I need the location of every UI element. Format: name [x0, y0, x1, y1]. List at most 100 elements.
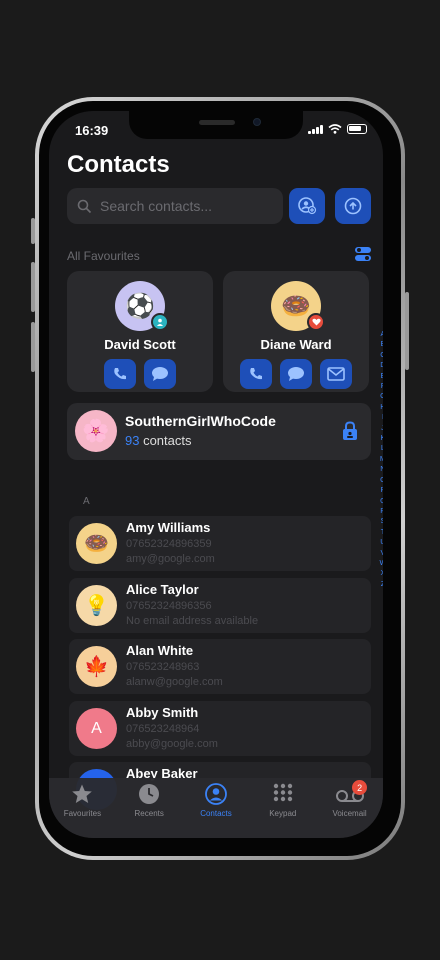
index-letter[interactable]: N: [380, 464, 383, 474]
contact-email: alanw@google.com: [126, 676, 223, 688]
index-letter[interactable]: C: [380, 350, 383, 360]
contact-row[interactable]: A Abby Smith 07652324896­4 abby@google.c…: [69, 701, 371, 756]
email-button[interactable]: [320, 359, 352, 389]
favourite-actions: [67, 359, 213, 389]
message-button[interactable]: [144, 359, 176, 389]
person-circle-icon: [205, 783, 227, 805]
earpiece-speaker: [199, 120, 235, 125]
call-button[interactable]: [104, 359, 136, 389]
sync-contacts-button[interactable]: [335, 188, 371, 224]
tab-voicemail[interactable]: 2 Voicemail: [316, 778, 383, 838]
index-letter[interactable]: D: [380, 360, 383, 370]
favourite-actions: [223, 359, 369, 389]
index-letter[interactable]: A: [380, 329, 383, 339]
star-icon: [72, 784, 93, 803]
heart-badge-icon: [307, 313, 325, 331]
message-button[interactable]: [280, 359, 312, 389]
contact-row[interactable]: 🍩 Amy Williams 07652324896359 amy@google…: [69, 516, 371, 571]
contact-phone: 07652324896356: [126, 600, 212, 612]
tab-keypad[interactable]: Keypad: [249, 778, 316, 838]
tab-contacts[interactable]: Contacts: [183, 778, 250, 838]
contact-name: Alan White: [126, 643, 194, 658]
phone-icon: [250, 368, 262, 380]
search-icon: [77, 199, 92, 213]
contact-row[interactable]: 💡 Alice Taylor 07652324896356 No email a…: [69, 578, 371, 633]
index-letter[interactable]: T: [381, 527, 383, 537]
contact-email: abby@google.com: [126, 738, 218, 750]
index-letter[interactable]: Q: [380, 496, 383, 506]
add-person-icon: [298, 197, 317, 215]
tab-label: Keypad: [269, 809, 297, 818]
index-letter[interactable]: G: [380, 391, 383, 401]
index-letter[interactable]: J: [381, 423, 383, 433]
phone-icon: [114, 368, 126, 380]
tab-recents[interactable]: Recents: [116, 778, 183, 838]
search-input[interactable]: [100, 198, 270, 214]
index-letter[interactable]: I: [382, 412, 383, 422]
contact-row[interactable]: 🍁 Alan White 07652324896­3 alanw@google.…: [69, 639, 371, 694]
call-button[interactable]: [240, 359, 272, 389]
index-letter[interactable]: F: [381, 381, 383, 391]
signal-icon: [308, 124, 323, 134]
add-contact-button[interactable]: [289, 188, 325, 224]
mute-switch: [31, 218, 35, 244]
avatar: 🍁: [76, 646, 117, 687]
voicemail-badge: 2: [352, 780, 368, 795]
group-count: 93 contacts: [125, 433, 192, 448]
tab-label: Voicemail: [332, 809, 367, 818]
chat-bubble-icon: [288, 367, 304, 381]
phone-frame: 16:39 Contacts Search contacts... All Fa…: [35, 97, 405, 860]
tab-label: Recents: [134, 809, 164, 818]
favourite-name: David Scott: [104, 337, 176, 352]
index-letter[interactable]: H: [380, 402, 383, 412]
index-letter[interactable]: X: [380, 568, 383, 578]
index-letter[interactable]: S: [380, 516, 383, 526]
front-camera: [253, 118, 261, 126]
lock-icon[interactable]: [341, 421, 359, 441]
index-letter[interactable]: W: [379, 558, 383, 568]
index-letter[interactable]: E: [380, 371, 383, 381]
index-letter[interactable]: R: [380, 506, 383, 516]
status-time: 16:39: [75, 123, 109, 138]
tab-favourites[interactable]: Favourites: [49, 778, 116, 838]
group-count-suffix: contacts: [139, 433, 192, 448]
power-button: [405, 292, 409, 370]
keypad-icon: [273, 783, 292, 802]
search-bar[interactable]: [67, 188, 283, 224]
volume-down-button: [31, 322, 35, 372]
index-letter[interactable]: Z: [381, 579, 383, 589]
index-letter[interactable]: L: [381, 443, 383, 453]
contact-email: No email address available: [126, 615, 259, 627]
contact-phone: 07652324896­3: [126, 661, 200, 673]
favourite-card[interactable]: ⚽ David Scott: [67, 271, 213, 392]
sync-icon: [344, 197, 362, 215]
group-avatar: 🌸: [75, 410, 117, 452]
index-letter[interactable]: U: [380, 537, 383, 547]
avatar: 🍩: [76, 523, 117, 564]
favourites-section-label: All Favourites: [67, 249, 140, 263]
envelope-icon: [327, 367, 345, 381]
index-letter[interactable]: P: [380, 485, 383, 495]
group-count-number: 93: [125, 433, 140, 448]
group-name: SouthernGirlWhoCode: [125, 413, 276, 429]
group-card[interactable]: 🌸 SouthernGirlWhoCode 93 contacts: [67, 403, 371, 460]
index-letter[interactable]: V: [380, 548, 383, 558]
contact-badge-icon: [151, 313, 169, 331]
contact-phone: 07652324896359: [126, 538, 212, 550]
avatar: 💡: [76, 585, 117, 626]
page-title: Contacts: [67, 151, 170, 178]
wifi-icon: [328, 124, 342, 134]
chat-bubble-icon: [152, 367, 168, 381]
favourite-card[interactable]: 🍩 Diane Ward: [223, 271, 369, 392]
status-icons: [308, 124, 367, 134]
toggle-view-icon[interactable]: [354, 246, 372, 262]
screen: 16:39 Contacts Search contacts... All Fa…: [49, 111, 383, 838]
index-letter[interactable]: O: [380, 475, 383, 485]
index-letter[interactable]: B: [380, 339, 383, 349]
index-letter[interactable]: M: [380, 454, 383, 464]
index-letter[interactable]: K: [380, 433, 383, 443]
contact-email: amy@google.com: [126, 553, 215, 565]
contact-name: Amy Williams: [126, 520, 211, 535]
section-letter: A: [83, 496, 90, 507]
alphabet-index[interactable]: ABCDEFGHIJKLMNOPQRSTUVWXZ: [377, 329, 383, 589]
